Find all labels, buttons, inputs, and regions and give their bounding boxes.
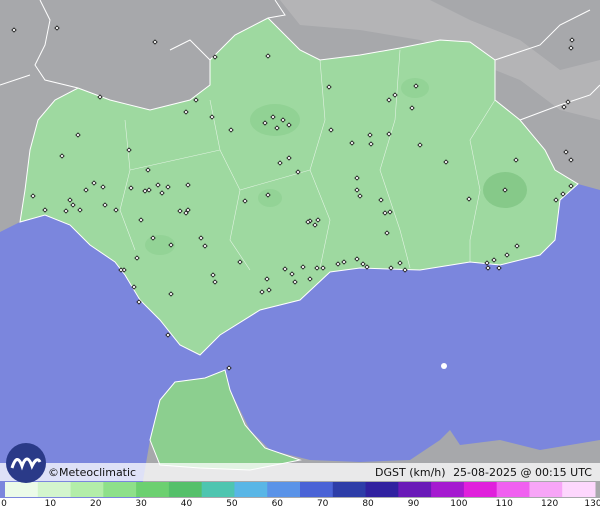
scale-swatch — [398, 482, 432, 497]
scale-tick-label: 90 — [407, 499, 420, 509]
gust-hotspot — [250, 104, 300, 136]
color-scale — [5, 482, 596, 497]
scale-swatch — [5, 482, 39, 497]
scale-tick-label: 100 — [450, 499, 468, 509]
variable-label: DGST (km/h) — [375, 466, 446, 479]
scale-swatch — [332, 482, 367, 497]
scale-swatch — [431, 482, 465, 497]
scale-tick-label: 50 — [226, 499, 238, 509]
scale-swatch — [463, 482, 498, 497]
wind-gust-map: ©Meteoclimatic DGST (km/h) 25-08-2025 @ … — [0, 0, 600, 517]
scale-tick-label: 20 — [90, 499, 102, 509]
scale-swatch — [496, 482, 530, 497]
scale-swatch — [529, 482, 563, 497]
scale-swatch — [136, 482, 170, 497]
scale-swatch — [562, 482, 596, 497]
scale-swatch — [365, 482, 399, 497]
scale-swatch — [201, 482, 235, 497]
alboran-island — [441, 363, 447, 369]
scale-tick-label: 80 — [362, 499, 374, 509]
scale-tick-label: 110 — [495, 499, 513, 509]
scale-tick-label: 0 — [1, 499, 7, 509]
scale-swatch — [300, 482, 334, 497]
gust-hotspot — [258, 189, 282, 207]
scale-swatch — [168, 482, 203, 497]
scale-tick-label: 130 — [584, 499, 600, 509]
scale-swatch — [70, 482, 104, 497]
scale-swatch — [267, 482, 301, 497]
scale-swatch — [234, 482, 268, 497]
map-info: DGST (km/h) 25-08-2025 @ 00:15 UTC — [371, 466, 592, 479]
gust-hotspot — [401, 78, 429, 98]
map-canvas — [0, 0, 600, 498]
meteoclimatic-logo-icon — [6, 443, 46, 483]
scale-tick-label: 10 — [44, 499, 57, 509]
scale-tick-label: 120 — [541, 499, 559, 509]
timestamp-label: 25-08-2025 @ 00:15 UTC — [453, 466, 592, 479]
scale-swatch — [103, 482, 137, 497]
scale-tick-label: 30 — [135, 499, 147, 509]
scale-tick-label: 60 — [271, 499, 284, 509]
scale-tick-label: 40 — [180, 499, 193, 509]
scale-tick-label: 70 — [316, 499, 329, 509]
scale-swatch — [37, 482, 72, 497]
credit-label: ©Meteoclimatic — [48, 466, 137, 479]
scale-labels: 0 10 20 30 40 50 60 70 80 90 100 110 120 130 — [0, 498, 600, 517]
